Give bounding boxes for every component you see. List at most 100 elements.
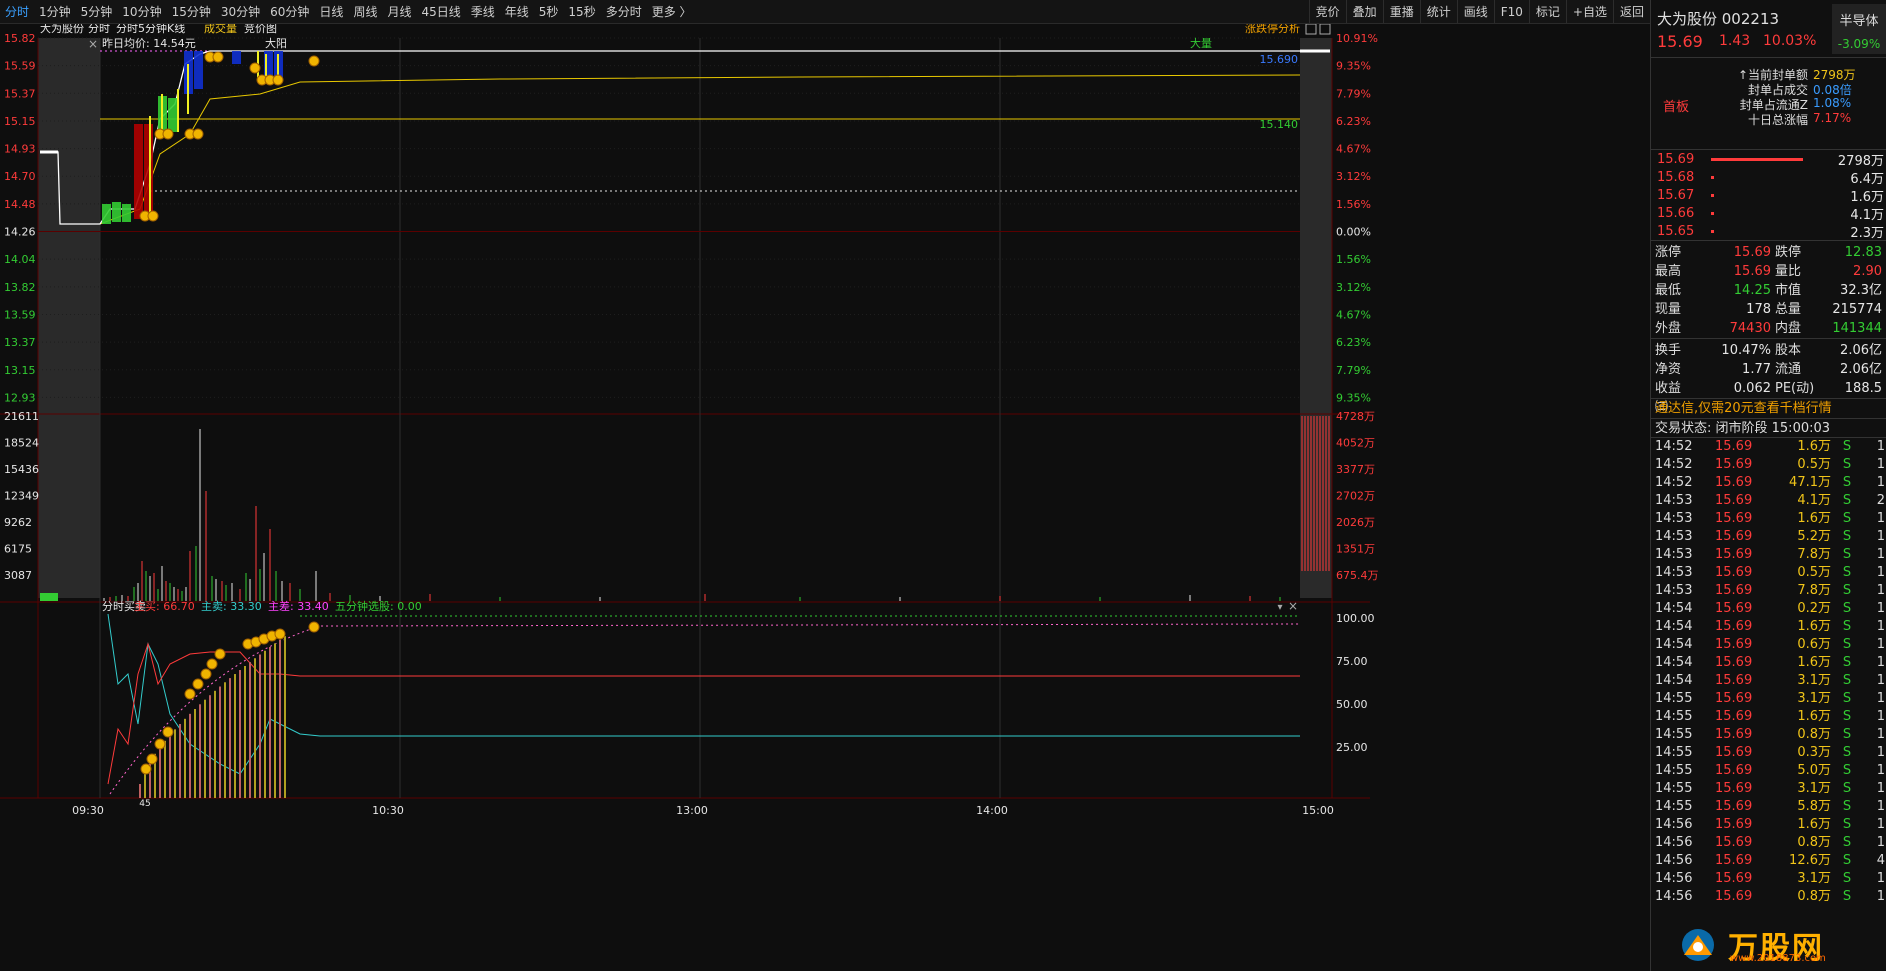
- indicator-tick: 100.00: [1336, 612, 1375, 625]
- tick-p: 15.69: [1715, 871, 1753, 886]
- sector-badge[interactable]: 半导体 -3.09%: [1832, 4, 1886, 54]
- period-tab-16[interactable]: 更多 〉: [647, 0, 697, 23]
- tick-d: S: [1842, 817, 1852, 832]
- pct-tick: 3.12%: [1336, 281, 1371, 294]
- intraday-chart[interactable]: 15.82 15.59 15.37 15.15 14.93 14.70 14.48 14.26…: [0, 24, 1650, 971]
- tick-t: 14:54: [1655, 619, 1693, 634]
- indicator-close-icon[interactable]: ×: [1288, 599, 1298, 613]
- tick-n: 1: [1876, 637, 1885, 652]
- period-tab-5[interactable]: 30分钟: [216, 0, 265, 23]
- tick-v: 0.6万: [1797, 637, 1831, 652]
- chart-tab-2: 成交量: [204, 24, 237, 35]
- volume-tick-right: 4728万: [1336, 410, 1375, 423]
- period-tab-9[interactable]: 月线: [382, 0, 416, 23]
- tick-p: 15.69: [1715, 547, 1753, 562]
- tick-p: 15.69: [1715, 763, 1753, 778]
- toolbar-action-1[interactable]: 叠加: [1345, 0, 1383, 23]
- book-row[interactable]: 15.69 2798万: [1651, 150, 1886, 169]
- signal-marker-icon: [212, 51, 224, 63]
- period-tab-1[interactable]: 1分钟: [34, 0, 76, 23]
- stats-block-2: 换手 10.47% 股本 2.06亿 净资 1.77 流通 2.06亿 收益㈢ 0.062 PE(动…: [1651, 338, 1886, 415]
- tick-d: S: [1842, 457, 1852, 472]
- tick-d: S: [1842, 529, 1852, 544]
- price-tick: 14.04: [4, 253, 36, 266]
- volume-tick: 15436: [4, 463, 39, 476]
- tick-t: 14:53: [1655, 493, 1693, 508]
- period-tab-3[interactable]: 10分钟: [117, 0, 166, 23]
- book-row[interactable]: 15.67 1.6万: [1651, 186, 1886, 205]
- sector-pct: -3.09%: [1837, 37, 1881, 51]
- tick-p: 15.69: [1715, 601, 1753, 616]
- tick-v: 1.6万: [1797, 619, 1831, 634]
- toolbar-action-2[interactable]: 重播: [1382, 0, 1420, 23]
- toolbar-action-5[interactable]: F10: [1493, 0, 1529, 23]
- signal-marker-icon: [162, 726, 174, 738]
- tick-n: 2: [1876, 493, 1885, 508]
- volume-tick: 18524: [4, 437, 39, 450]
- toolbar-action-7[interactable]: +自选: [1565, 0, 1613, 23]
- price-tick: 14.93: [4, 143, 36, 156]
- stat-key-2: 股本: [1775, 343, 1802, 358]
- period-tab-7[interactable]: 日线: [314, 0, 348, 23]
- tick-n: 1: [1876, 529, 1885, 544]
- book-row[interactable]: 15.68 6.4万: [1651, 168, 1886, 187]
- tick-p: 15.69: [1715, 655, 1753, 670]
- volume-tick-right: 675.4万: [1336, 569, 1379, 582]
- stat-row: 最低 14.25 市值 32.3亿: [1651, 281, 1886, 300]
- period-tab-4[interactable]: 15分钟: [167, 0, 216, 23]
- book-price: 15.67: [1657, 187, 1695, 203]
- period-tab-13[interactable]: 5秒: [534, 0, 564, 23]
- tick-p: 15.69: [1715, 727, 1753, 742]
- book-price: 15.66: [1657, 205, 1695, 221]
- volume-tick-right: 2026万: [1336, 516, 1375, 529]
- logo-url: www.2018873.com: [1730, 953, 1826, 964]
- tick-t: 14:52: [1655, 439, 1693, 454]
- period-tab-2[interactable]: 5分钟: [76, 0, 118, 23]
- tick-n: 1: [1876, 763, 1885, 778]
- period-tab-12[interactable]: 年线: [500, 0, 534, 23]
- toolbar-action-8[interactable]: 返回: [1612, 0, 1650, 23]
- tick-d: S: [1842, 781, 1852, 796]
- price-tick: 14.70: [4, 170, 36, 183]
- big-yang-label: 大阳: [265, 36, 287, 50]
- volume-tick: 12349: [4, 490, 39, 503]
- sector-name: 半导体: [1839, 14, 1879, 29]
- indicator-ind_diff: 主差: 33.40: [268, 599, 329, 613]
- toolbar-action-0[interactable]: 竞价: [1308, 0, 1346, 23]
- stat-value-2: 32.3亿: [1840, 283, 1882, 298]
- period-tab-8[interactable]: 周线: [348, 0, 382, 23]
- close-icon[interactable]: ×: [88, 37, 98, 51]
- limit-analysis-button[interactable]: 涨跌停分析: [1245, 24, 1300, 35]
- signal-marker-icon: [184, 688, 196, 700]
- toolbar-action-4[interactable]: 画线: [1456, 0, 1494, 23]
- book-row[interactable]: 15.65 2.3万: [1651, 222, 1886, 241]
- period-tab-10[interactable]: 45日线: [416, 0, 465, 23]
- promo-link[interactable]: 通达信,仅需20元查看千档行情: [1651, 398, 1886, 418]
- tick-n: 1: [1876, 871, 1885, 886]
- signal-marker-icon: [154, 738, 166, 750]
- period-tab-11[interactable]: 季线: [466, 0, 500, 23]
- period-tab-14[interactable]: 15秒: [563, 0, 600, 23]
- tick-t: 14:54: [1655, 637, 1693, 652]
- toolbar-action-3[interactable]: 统计: [1419, 0, 1457, 23]
- indicator-menu-icon[interactable]: ▾: [1277, 602, 1282, 613]
- tick-n: 1: [1876, 673, 1885, 688]
- tick-list[interactable]: 14:52 15.69 1.6万 S 1 14:52 15.69 0.5万 S 1 14:52 15.…: [1651, 438, 1886, 906]
- tick-row: 14:56 15.69 0.8万 S 1: [1651, 834, 1886, 852]
- tick-n: 1: [1876, 835, 1885, 850]
- tick-t: 14:53: [1655, 511, 1693, 526]
- book-row[interactable]: 15.66 4.1万: [1651, 204, 1886, 223]
- period-tab-6[interactable]: 60分钟: [265, 0, 314, 23]
- stat-value-2: 215774: [1832, 302, 1882, 317]
- tick-row: 14:53 15.69 0.5万 S 1: [1651, 564, 1886, 582]
- stat-row: 外盘 74430 内盘 141344: [1651, 319, 1886, 338]
- stat-value: 178: [1746, 302, 1771, 317]
- stat-row: 涨停 15.69 跌停 12.83: [1651, 243, 1886, 262]
- toolbar-action-6[interactable]: 标记: [1528, 0, 1566, 23]
- stat-key: 最低: [1655, 283, 1682, 298]
- period-tab-0[interactable]: 分时: [0, 0, 34, 23]
- period-tab-15[interactable]: 多分时: [601, 0, 647, 23]
- tick-n: 1: [1876, 745, 1885, 760]
- tick-v: 1.6万: [1797, 439, 1831, 454]
- signal-marker-icon: [140, 763, 152, 775]
